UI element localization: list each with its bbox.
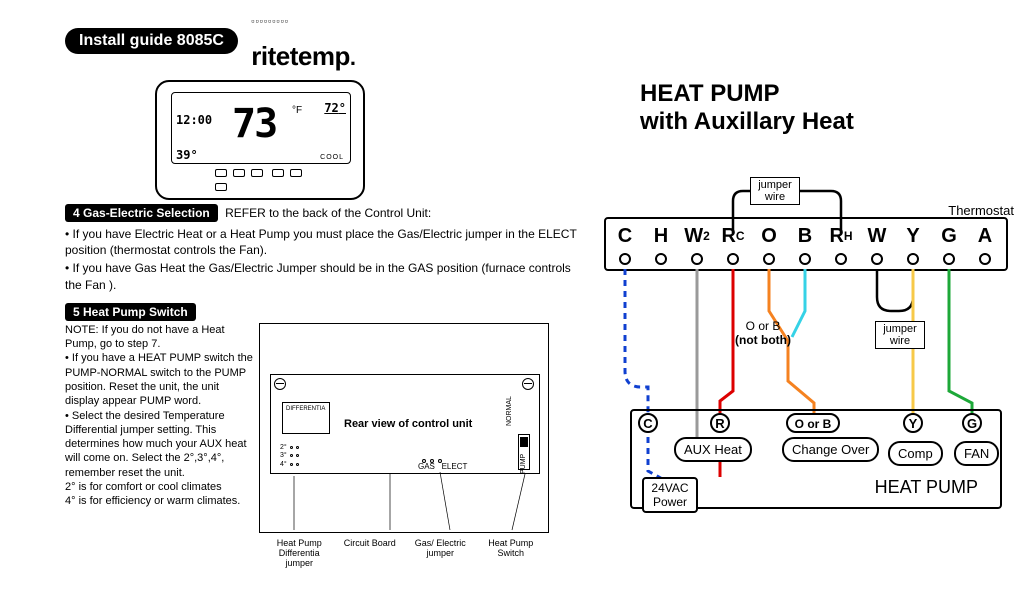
pump-label: PUMP bbox=[520, 454, 527, 474]
brand-dots: ▫▫▫▫▫▫▫▫▫ bbox=[251, 16, 289, 26]
bubble-change-over: Change Over bbox=[782, 437, 879, 462]
header: Install guide 8085C ▫▫▫▫▫▫▫▫▫ ritetemp. bbox=[65, 10, 585, 72]
rear-callouts: Heat Pump Differentia jumper Circuit Boa… bbox=[260, 538, 550, 568]
mode-label: COOL bbox=[320, 154, 344, 161]
sec5-note: NOTE: If you do not have a Heat Pump, go… bbox=[65, 323, 255, 352]
rear-view-diagram: Rear view of control unit DIFFERENTIA 2°… bbox=[259, 323, 549, 533]
setpoint-readout: 72° bbox=[324, 101, 346, 115]
screw-icon bbox=[274, 378, 286, 390]
clock-readout: 12:00 bbox=[176, 113, 212, 127]
section-5: 5 Heat Pump Switch NOTE: If you do not h… bbox=[65, 303, 585, 533]
wiring-diagram: jumper wire Thermostat C H W2 RC O B RH … bbox=[600, 141, 1020, 561]
o-or-b-note: O or B(not both) bbox=[728, 319, 798, 347]
section-5-pill: 5 Heat Pump Switch bbox=[65, 303, 196, 321]
pump-normal-label: NORMAL bbox=[506, 396, 513, 426]
section-4-refer: REFER to the back of the Control Unit: bbox=[225, 206, 431, 220]
bubble-24vac: 24VACPower bbox=[642, 477, 698, 513]
sec5-b2b: 2° is for comfort or cool climates bbox=[65, 480, 255, 494]
sec5-b2c: 4° is for efficiency or warm climates. bbox=[65, 494, 255, 508]
sec5-b2a: Select the desired Temperature Different… bbox=[65, 409, 255, 480]
bubble-comp: Comp bbox=[888, 441, 943, 466]
section-4: 4 Gas-Electric Selection REFER to the ba… bbox=[65, 204, 585, 293]
bubble-aux-heat: AUX Heat bbox=[674, 437, 752, 462]
temp-readout: 73 bbox=[232, 101, 276, 147]
bubble-fan: FAN bbox=[954, 441, 999, 466]
circ-OorB: O or B bbox=[786, 413, 840, 433]
sec5-b1: If you have a HEAT PUMP switch the PUMP-… bbox=[65, 351, 255, 408]
differential-pins: 2° 3° 4° bbox=[280, 444, 299, 469]
sec4-bullet-2: If you have Gas Heat the Gas/Electric Ju… bbox=[65, 260, 585, 292]
screw-icon bbox=[522, 378, 534, 390]
heat-pump-title: HEAT PUMPwith Auxillary Heat bbox=[640, 80, 1020, 135]
thermostat-illustration: 12:00 73 °F 39° 72° COOL bbox=[155, 80, 585, 200]
humidity-readout: 39° bbox=[176, 148, 198, 162]
gas-elect-labels: GAS ELECT bbox=[418, 462, 467, 471]
jumper-wire-label-bot: jumper wire bbox=[875, 321, 925, 349]
rear-view-title: Rear view of control unit bbox=[344, 418, 472, 430]
sec4-bullet-1: If you have Electric Heat or a Heat Pump… bbox=[65, 226, 585, 258]
differential-label: DIFFERENTIA bbox=[286, 406, 325, 412]
guide-title-pill: Install guide 8085C bbox=[65, 28, 238, 54]
heat-pump-label: HEAT PUMP bbox=[875, 477, 978, 498]
gas-elect-jumper bbox=[420, 452, 452, 460]
brand-logo: ▫▫▫▫▫▫▫▫▫ ritetemp. bbox=[251, 10, 355, 72]
section-4-pill: 4 Gas-Electric Selection bbox=[65, 204, 218, 222]
thermostat-buttons bbox=[212, 166, 322, 194]
temp-unit: °F bbox=[292, 105, 302, 116]
